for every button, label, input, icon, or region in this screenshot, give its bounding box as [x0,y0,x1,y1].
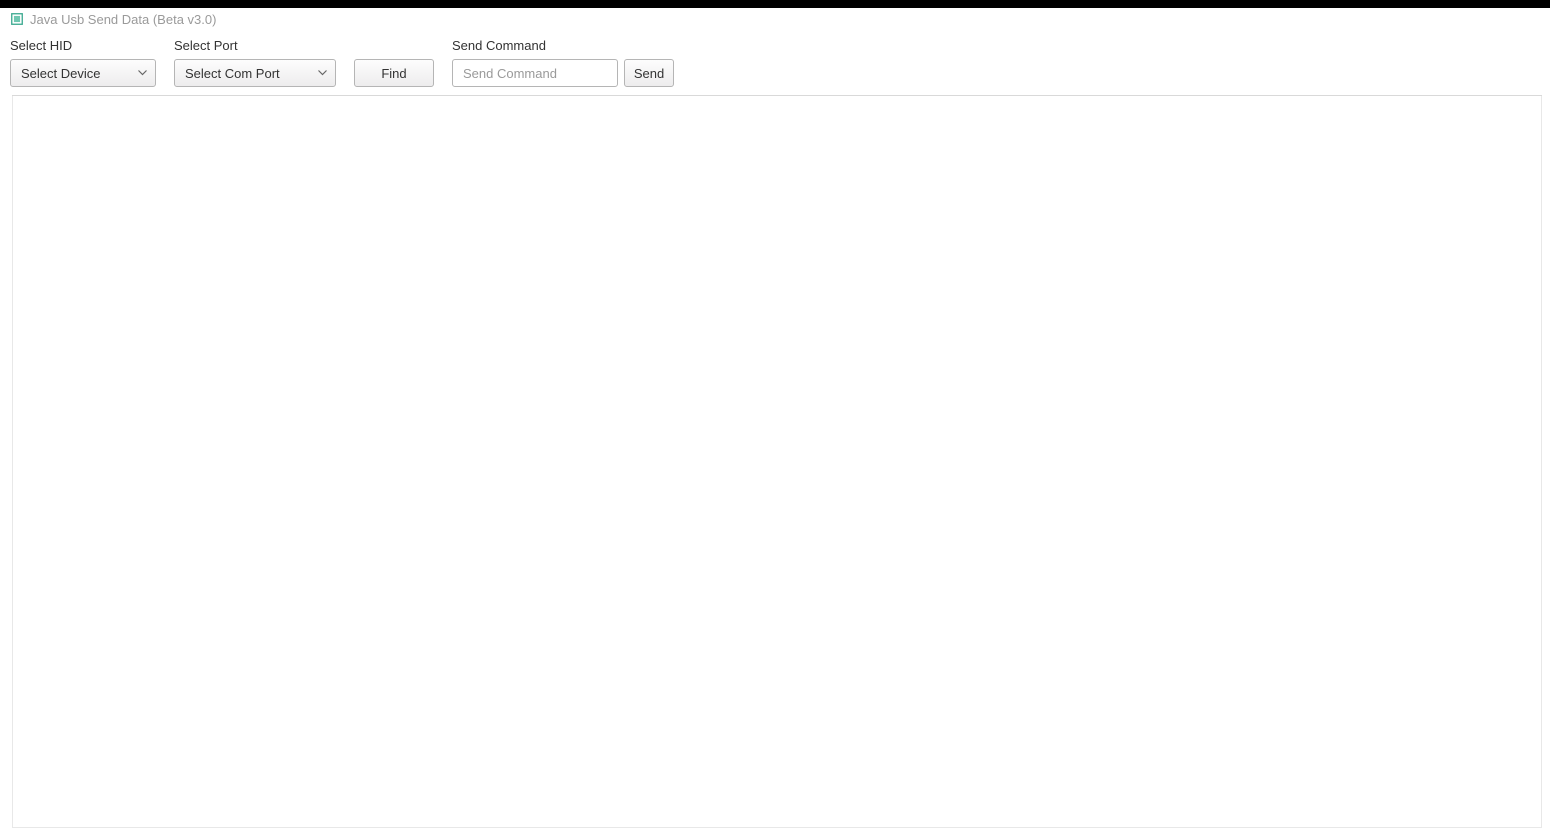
command-group: Send Command Send [452,38,674,87]
find-button-label: Find [381,66,406,81]
chevron-down-icon [318,70,327,76]
chevron-down-icon [138,70,147,76]
port-group: Select Port Select Com Port [174,38,336,87]
hid-dropdown-value: Select Device [21,66,100,81]
port-label: Select Port [174,38,336,53]
port-dropdown[interactable]: Select Com Port [174,59,336,87]
window-title: Java Usb Send Data (Beta v3.0) [30,12,216,27]
window-top-border [0,0,1550,8]
send-button[interactable]: Send [624,59,674,87]
find-button[interactable]: Find [354,59,434,87]
command-label: Send Command [452,38,674,53]
content-area [12,96,1542,828]
toolbar: Select HID Select Device Select Port Sel… [0,30,1550,95]
send-button-label: Send [634,66,664,81]
command-input[interactable] [452,59,618,87]
app-icon [10,12,24,26]
hid-label: Select HID [10,38,156,53]
port-dropdown-value: Select Com Port [185,66,280,81]
title-bar: Java Usb Send Data (Beta v3.0) [0,8,1550,30]
find-group: Find [354,36,434,87]
spacer [354,36,434,55]
hid-group: Select HID Select Device [10,38,156,87]
hid-dropdown[interactable]: Select Device [10,59,156,87]
